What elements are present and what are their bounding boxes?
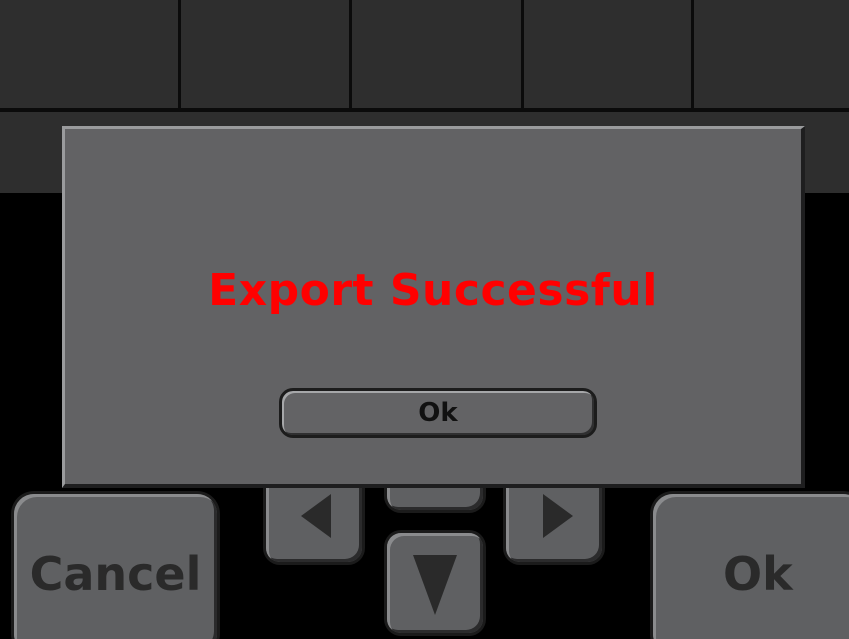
device-screen: Cancel Ok Export Successful Ok (0, 0, 849, 639)
ok-button[interactable]: Ok (653, 494, 849, 639)
cancel-button[interactable]: Cancel (14, 494, 217, 639)
right-arrow-icon (543, 494, 573, 538)
left-arrow-icon (301, 494, 331, 538)
export-dialog: Export Successful Ok (62, 126, 805, 488)
ok-label: Ok (723, 547, 793, 601)
cancel-label: Cancel (29, 547, 202, 601)
dialog-ok-label: Ok (418, 398, 458, 428)
grid-cell (694, 0, 849, 108)
down-arrow-button[interactable] (387, 533, 483, 633)
grid-cell (352, 0, 524, 108)
grid-cell (0, 0, 181, 108)
grid-row-1 (0, 0, 849, 112)
grid-cell (181, 0, 352, 108)
dialog-message: Export Successful (208, 265, 658, 316)
dialog-ok-button[interactable]: Ok (279, 388, 597, 438)
down-arrow-icon (413, 555, 457, 615)
grid-cell (524, 0, 694, 108)
